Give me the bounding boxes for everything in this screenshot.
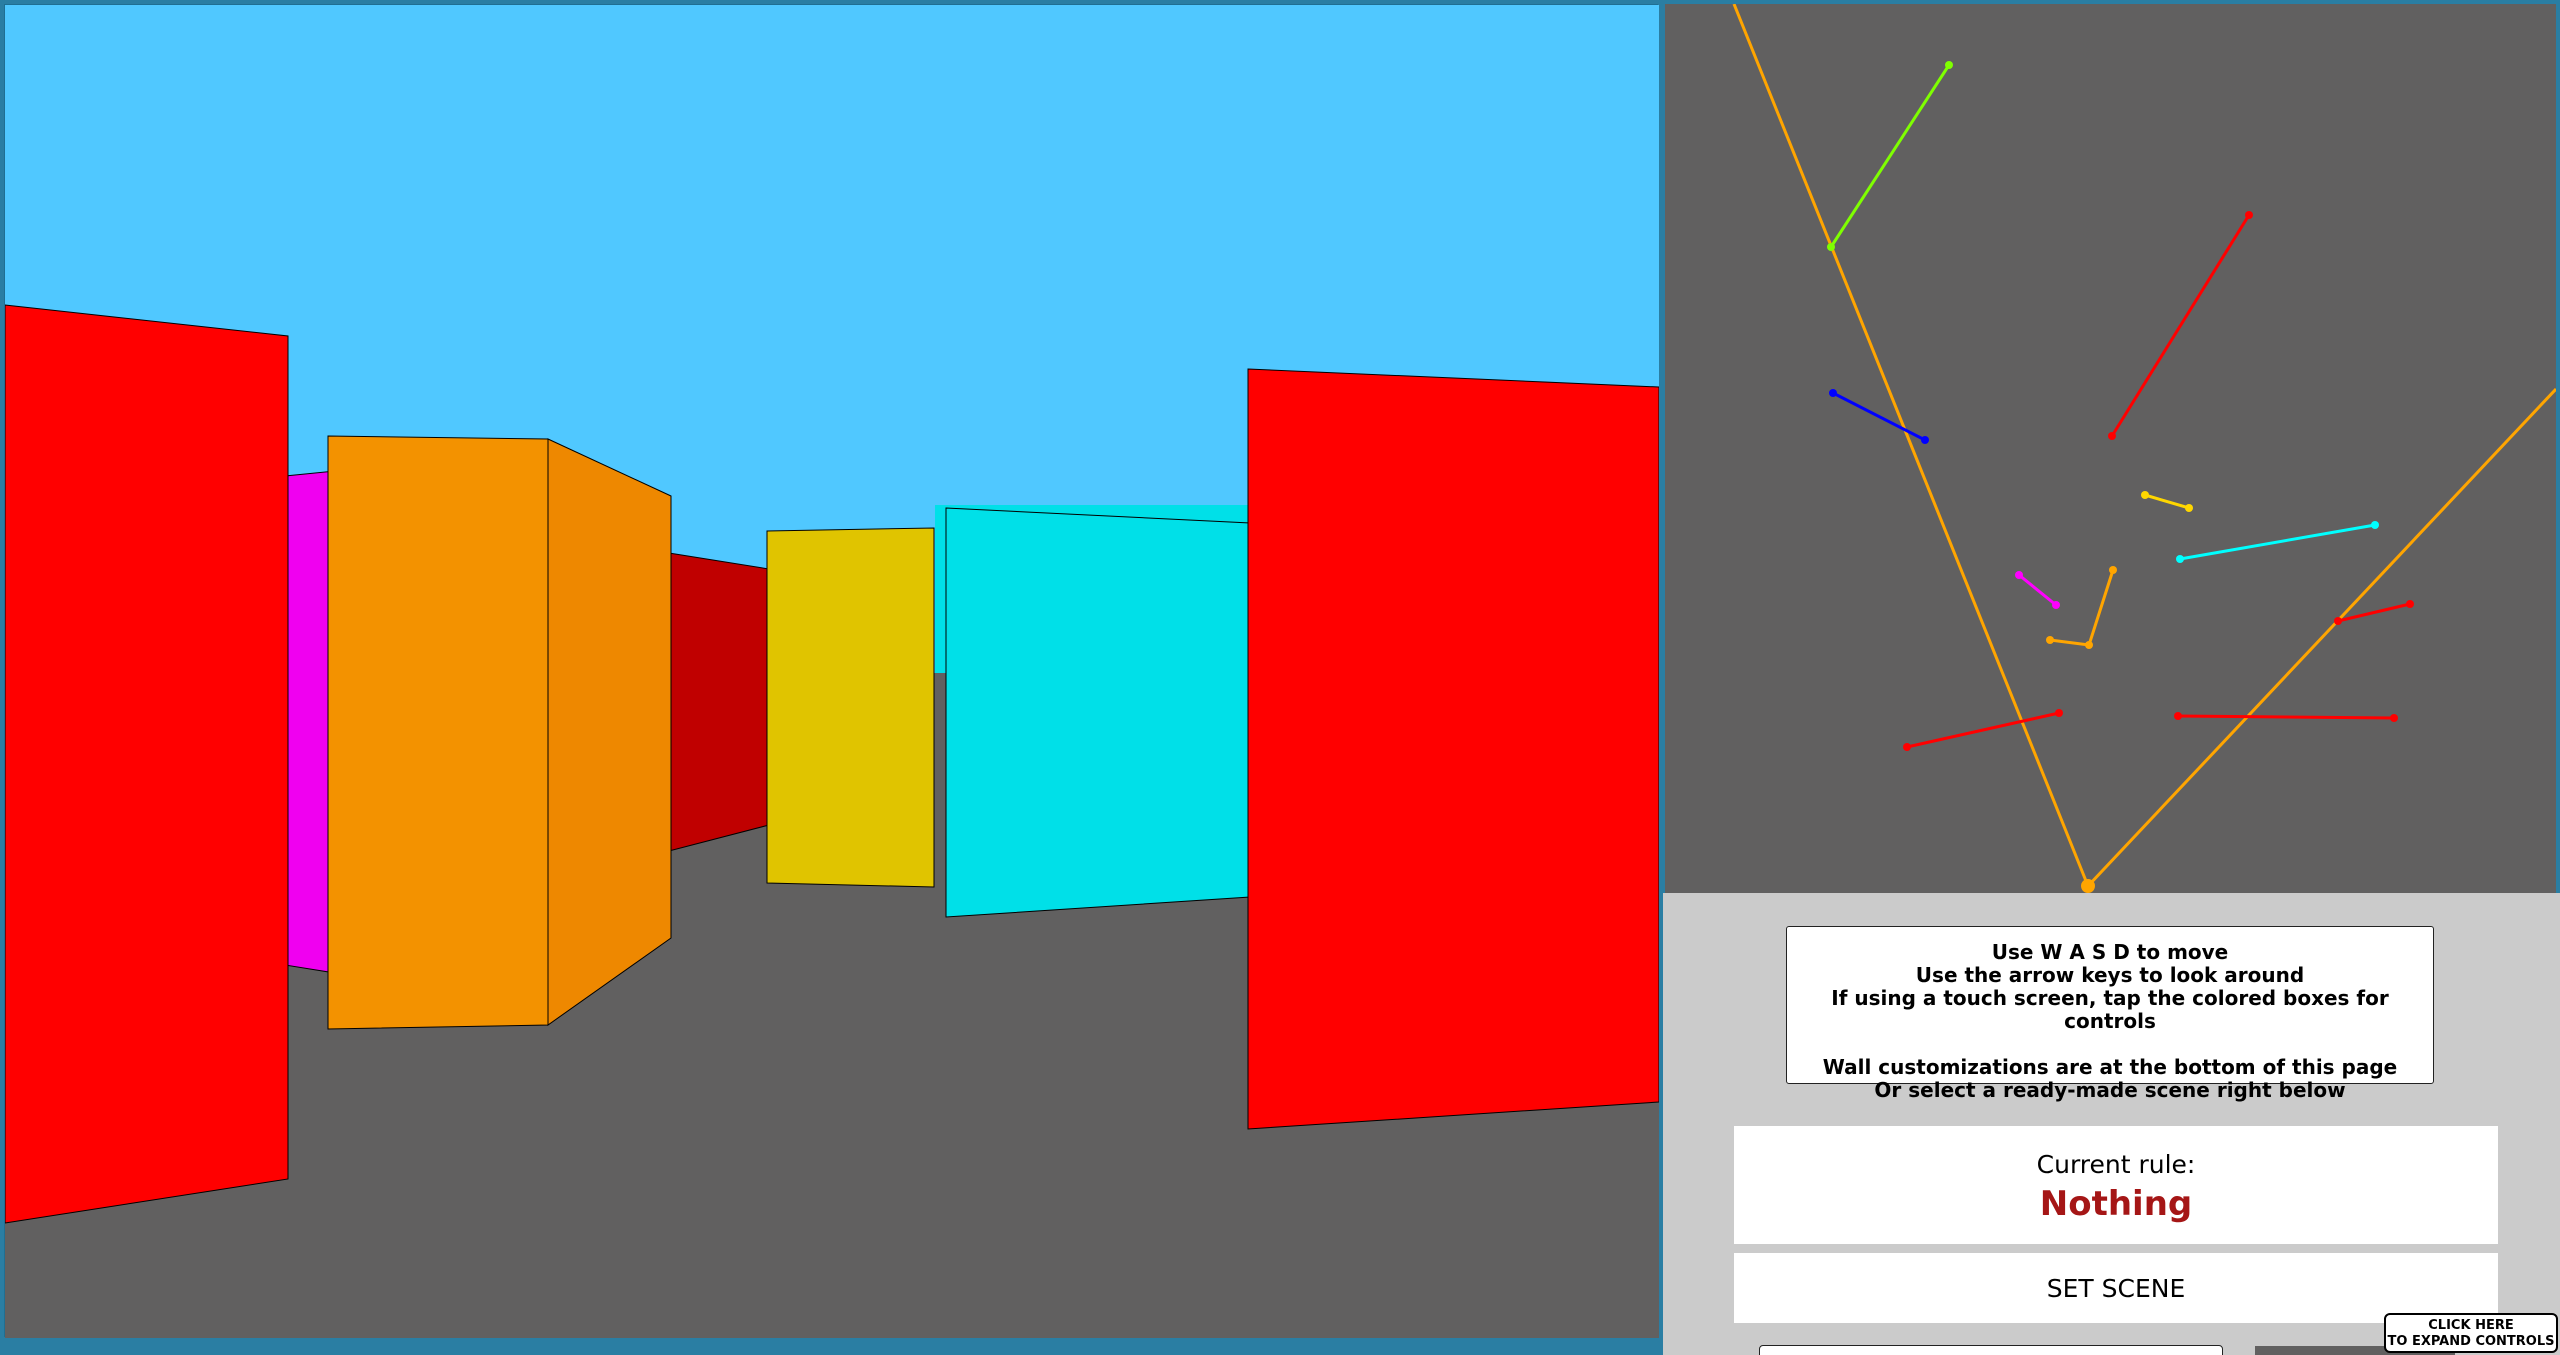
wall-orange-front <box>327 435 549 1030</box>
instruction-line: Wall customizations are at the bottom of… <box>1822 1055 2398 1079</box>
instruction-line: Use the arrow keys to look around <box>1915 963 2305 987</box>
wall-orange-side <box>547 438 672 1026</box>
instruction-line <box>1787 1033 2433 1056</box>
wall-dark-red <box>668 552 770 852</box>
fov-left-line <box>1732 4 2090 887</box>
wall-segment-green <box>1827 61 1953 251</box>
wall-right-red <box>1247 368 1659 1130</box>
wall-segment-yellow <box>2141 491 2193 512</box>
first-person-view[interactable] <box>4 4 1659 1338</box>
wall-yellow <box>766 527 935 888</box>
wall-segment-red-3 <box>1903 709 2063 751</box>
minimap-render <box>1732 4 2556 893</box>
instruction-line: If using a touch screen, tap the colored… <box>1831 986 2389 1033</box>
wall-segment-blue <box>1829 389 1929 444</box>
current-rule-box: Current rule: Nothing <box>1734 1126 2498 1244</box>
wall-segment-magenta <box>2015 571 2060 609</box>
instructions-box: Use W A S D to move Use the arrow keys t… <box>1786 926 2434 1102</box>
fov-right-line <box>2086 387 2556 888</box>
expand-controls-line: TO EXPAND CONTROLS <box>2387 1334 2555 1349</box>
wall-cyan <box>945 507 1251 918</box>
control-panel: Use W A S D to move Use the arrow keys t… <box>1663 893 2560 1355</box>
current-rule-label: Current rule: <box>2036 1150 2196 1179</box>
scene-select[interactable] <box>1759 1345 2223 1355</box>
instruction-line: Or select a ready-made scene right below <box>1874 1078 2346 1102</box>
set-scene-button[interactable]: SET SCENE <box>1734 1253 2498 1323</box>
instruction-line: Use W A S D to move <box>1991 940 2229 964</box>
wall-segment-cyan <box>2176 521 2379 563</box>
expand-controls-button[interactable]: CLICK HERE TO EXPAND CONTROLS <box>2384 1313 2558 1353</box>
current-rule-value: Nothing <box>2039 1184 2193 1224</box>
player-marker <box>2081 879 2095 893</box>
minimap[interactable] <box>1665 4 2556 893</box>
wall-segment-red-4 <box>2174 712 2398 722</box>
expand-controls-line: CLICK HERE <box>2428 1318 2514 1333</box>
wall-segment-red-1 <box>2108 211 2253 440</box>
wall-left-red <box>5 304 289 1224</box>
scene-render <box>5 5 1659 1338</box>
